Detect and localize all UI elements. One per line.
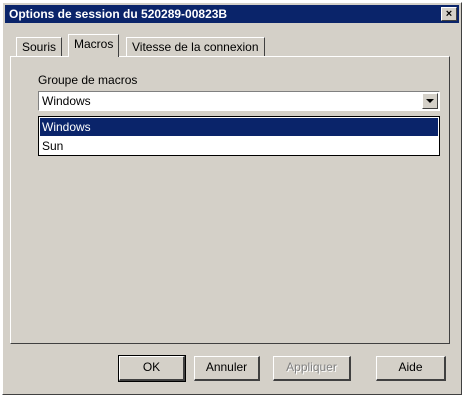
macro-group-selected-value: Windows <box>42 94 91 108</box>
tab-macros[interactable]: Macros <box>68 34 120 57</box>
dropdown-button[interactable] <box>422 93 438 109</box>
option-windows[interactable]: Windows <box>40 118 438 136</box>
chevron-down-icon <box>426 99 434 103</box>
tab-vitesse-connexion[interactable]: Vitesse de la connexion <box>126 37 265 57</box>
title-bar: Options de session du 520289-00823B × <box>5 5 459 23</box>
close-button[interactable]: × <box>441 7 457 21</box>
macro-group-label: Groupe de macros <box>38 73 138 87</box>
macro-group-dropdown-list: Windows Sun <box>38 116 440 156</box>
macro-group-combobox[interactable]: Windows <box>38 91 440 111</box>
option-sun[interactable]: Sun <box>40 137 438 155</box>
cancel-button[interactable]: Annuler <box>194 356 260 381</box>
tab-souris[interactable]: Souris <box>16 37 63 57</box>
apply-button[interactable]: Appliquer <box>273 356 351 381</box>
help-button[interactable]: Aide <box>376 356 446 381</box>
window-title: Options de session du 520289-00823B <box>9 7 228 21</box>
ok-button[interactable]: OK <box>118 355 186 382</box>
